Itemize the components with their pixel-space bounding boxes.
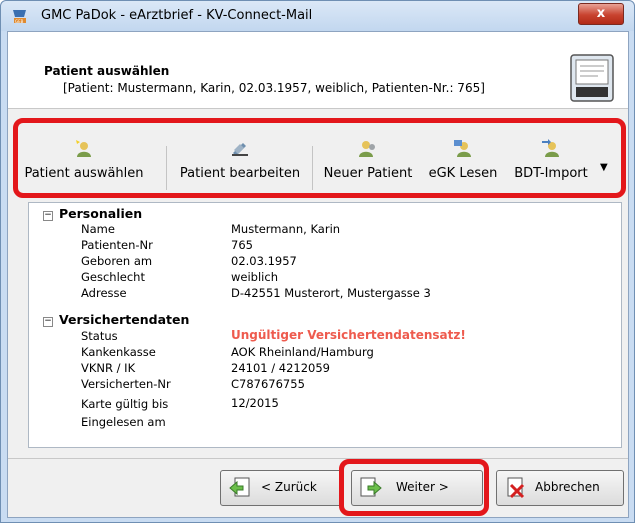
field-label-insurance: Kankenkasse xyxy=(81,345,156,359)
cancel-label: Abbrechen xyxy=(535,480,600,494)
back-arrow-icon xyxy=(229,477,250,497)
field-value-birthdate: 02.03.1957 xyxy=(231,254,297,268)
collapse-icon[interactable]: − xyxy=(43,317,53,327)
field-value-status: Ungültiger Versichertendatensatz! xyxy=(231,328,466,342)
header-panel: Patient auswählen [Patient: Mustermann, … xyxy=(8,32,628,109)
cancel-button[interactable]: Abbrechen xyxy=(496,470,624,506)
field-value-gender: weiblich xyxy=(231,270,278,284)
footer-divider xyxy=(8,458,628,459)
field-value-address: D-42551 Musterort, Mustergasse 3 xyxy=(231,286,431,300)
svg-text:GEB: GEB xyxy=(15,19,24,24)
patient-summary: [Patient: Mustermann, Karin, 02.03.1957,… xyxy=(63,81,485,95)
next-button-highlight xyxy=(339,459,489,516)
versichertendaten-heading: Versichertendaten xyxy=(59,312,190,327)
versichertendaten-section-header[interactable]: − Versichertendaten xyxy=(43,312,189,327)
field-label-read-date: Eingelesen am xyxy=(81,415,166,429)
personalien-heading: Personalien xyxy=(59,206,143,221)
field-label-insured-nr: Versicherten-Nr xyxy=(81,377,171,391)
field-label-birthdate: Geboren am xyxy=(81,254,153,268)
field-label-gender: Geschlecht xyxy=(81,270,145,284)
window-title: GMC PaDok - eArztbrief - KV-Connect-Mail xyxy=(41,8,313,23)
app-icon: GEB xyxy=(13,10,26,24)
field-value-insured-nr: C787676755 xyxy=(231,377,305,391)
field-value-vknr-ik: 24101 / 4212059 xyxy=(231,361,330,375)
close-button[interactable]: x xyxy=(578,3,624,25)
cancel-icon xyxy=(507,477,525,499)
toolbar-highlight xyxy=(13,118,626,198)
letter-document-icon xyxy=(570,54,614,102)
dialog-client: Patient auswählen [Patient: Mustermann, … xyxy=(7,31,629,518)
field-label-vknr-ik: VKNR / IK xyxy=(81,361,136,375)
field-label-patient-nr: Patienten-Nr xyxy=(81,238,153,252)
field-value-name: Mustermann, Karin xyxy=(231,222,341,236)
field-value-patient-nr: 765 xyxy=(231,238,253,252)
field-label-address: Adresse xyxy=(81,286,127,300)
collapse-icon[interactable]: − xyxy=(43,211,53,221)
title-bar[interactable]: GEB GMC PaDok - eArztbrief - KV-Connect-… xyxy=(1,1,634,31)
field-value-insurance: AOK Rheinland/Hamburg xyxy=(231,345,374,359)
back-button[interactable]: < Zurück xyxy=(220,470,342,506)
field-label-name: Name xyxy=(81,222,115,236)
patient-details-panel: − Personalien Name Mustermann, Karin Pati… xyxy=(28,202,622,448)
field-label-status: Status xyxy=(81,329,118,343)
dialog-window: GEB GMC PaDok - eArztbrief - KV-Connect-… xyxy=(0,0,635,523)
field-label-card-valid: Karte gültig bis xyxy=(81,397,169,411)
back-label: < Zurück xyxy=(261,480,317,494)
page-title: Patient auswählen xyxy=(44,64,170,78)
field-value-card-valid: 12/2015 xyxy=(231,396,279,410)
personalien-section-header[interactable]: − Personalien xyxy=(43,206,142,221)
